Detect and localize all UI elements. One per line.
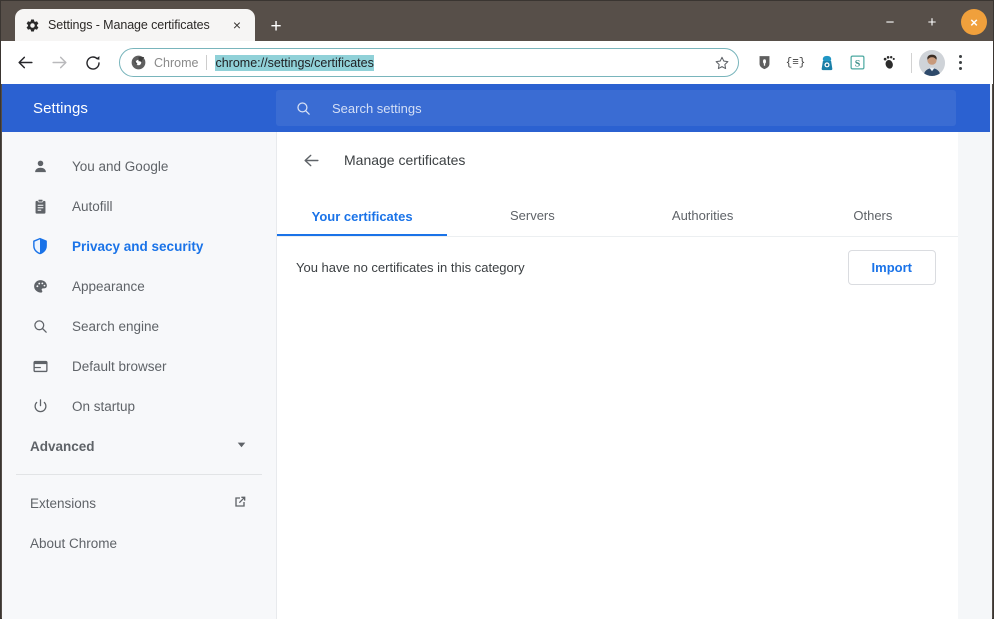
profile-avatar[interactable]	[919, 50, 945, 76]
sidebar-label: Extensions	[30, 496, 96, 511]
magnifier-icon	[30, 316, 50, 336]
sidebar-item-default-browser[interactable]: Default browser	[2, 346, 276, 386]
reload-icon[interactable]	[79, 49, 107, 77]
palette-icon	[30, 276, 50, 296]
sidebar-item-advanced[interactable]: Advanced	[2, 426, 276, 466]
sidebar-item-extensions[interactable]: Extensions	[2, 483, 276, 523]
shield-icon	[30, 236, 50, 256]
back-arrow-icon[interactable]	[11, 49, 39, 77]
omnibox-separator	[206, 55, 207, 70]
tab-your-certificates[interactable]: Your certificates	[277, 209, 447, 237]
window-controls: − + ×	[877, 9, 987, 35]
chevron-down-icon	[235, 438, 248, 454]
settings-sidebar: You and Google Autofill	[2, 132, 276, 619]
grammarly-s-icon[interactable]: S	[842, 49, 873, 77]
certificate-tabs: Your certificates Servers Authorities Ot…	[277, 188, 958, 237]
content-right-gutter	[958, 132, 992, 619]
sidebar-item-you-and-google[interactable]: You and Google	[2, 146, 276, 186]
sidebar-label: You and Google	[72, 159, 168, 174]
gear-icon	[24, 17, 40, 33]
search-placeholder: Search settings	[332, 101, 422, 116]
power-icon	[30, 396, 50, 416]
sidebar-item-privacy-and-security[interactable]: Privacy and security	[2, 226, 276, 266]
toolbar-divider	[911, 53, 912, 73]
sidebar-label: About Chrome	[30, 536, 117, 551]
new-tab-button[interactable]: +	[263, 13, 289, 39]
privacy-badger-icon[interactable]	[811, 49, 842, 77]
maximize-button[interactable]: +	[919, 9, 945, 35]
person-icon	[30, 156, 50, 176]
bitwarden-shield-icon[interactable]	[749, 49, 780, 77]
sidebar-label: Appearance	[72, 279, 145, 294]
tab-strip: Settings - Manage certificates × + − + ×	[1, 1, 993, 41]
sidebar-item-search-engine[interactable]: Search engine	[2, 306, 276, 346]
sidebar-label: On startup	[72, 399, 135, 414]
browser-toolbar: Chrome chrome://settings/certificates {≡…	[1, 41, 993, 84]
import-button[interactable]: Import	[848, 250, 936, 285]
bookmark-star-icon[interactable]	[710, 51, 734, 75]
search-icon	[294, 99, 312, 117]
settings-header: Settings Search settings	[2, 84, 990, 132]
tab-others[interactable]: Others	[788, 208, 958, 236]
clipboard-icon	[30, 196, 50, 216]
empty-state-row: You have no certificates in this categor…	[277, 237, 958, 297]
address-bar[interactable]: Chrome chrome://settings/certificates	[119, 48, 739, 77]
sidebar-item-about-chrome[interactable]: About Chrome	[2, 523, 276, 563]
sidebar-label: Default browser	[72, 359, 167, 374]
tab-servers[interactable]: Servers	[447, 208, 617, 236]
chrome-logo-icon	[130, 54, 147, 71]
extension-toolbar: {≡} S	[749, 49, 973, 77]
omnibox-url-text[interactable]: chrome://settings/certificates	[215, 55, 373, 71]
ghostery-tracker-icon[interactable]	[873, 49, 904, 77]
sidebar-item-appearance[interactable]: Appearance	[2, 266, 276, 306]
tab-title: Settings - Manage certificates	[48, 18, 224, 32]
sidebar-item-autofill[interactable]: Autofill	[2, 186, 276, 226]
browser-tab[interactable]: Settings - Manage certificates ×	[15, 9, 255, 41]
json-formatter-icon[interactable]: {≡}	[780, 49, 811, 77]
browser-window: Settings - Manage certificates × + − + ×	[0, 0, 994, 619]
settings-page: Settings Search settings	[2, 84, 992, 619]
sidebar-divider	[16, 474, 262, 475]
minimize-button[interactable]: −	[877, 9, 903, 35]
back-arrow-icon[interactable]	[298, 147, 324, 173]
sidebar-label: Advanced	[30, 439, 95, 454]
settings-content-card: Manage certificates Your certificates Se…	[276, 132, 958, 619]
three-dot-menu-icon[interactable]	[947, 50, 973, 76]
sidebar-label: Privacy and security	[72, 239, 203, 254]
empty-state-message: You have no certificates in this categor…	[296, 260, 525, 275]
sidebar-item-on-startup[interactable]: On startup	[2, 386, 276, 426]
content-header: Manage certificates	[277, 132, 958, 188]
svg-text:S: S	[855, 58, 861, 69]
forward-arrow-icon	[45, 49, 73, 77]
search-settings-input[interactable]: Search settings	[276, 90, 956, 126]
close-window-button[interactable]: ×	[961, 9, 987, 35]
external-link-icon	[232, 494, 248, 513]
browser-window-icon	[30, 356, 50, 376]
tab-authorities[interactable]: Authorities	[618, 208, 788, 236]
omnibox-scheme-label: Chrome	[154, 56, 198, 70]
settings-app-title: Settings	[33, 100, 88, 117]
close-tab-icon[interactable]: ×	[228, 16, 246, 34]
sidebar-label: Autofill	[72, 199, 113, 214]
sidebar-label: Search engine	[72, 319, 159, 334]
page-title: Manage certificates	[344, 152, 465, 168]
